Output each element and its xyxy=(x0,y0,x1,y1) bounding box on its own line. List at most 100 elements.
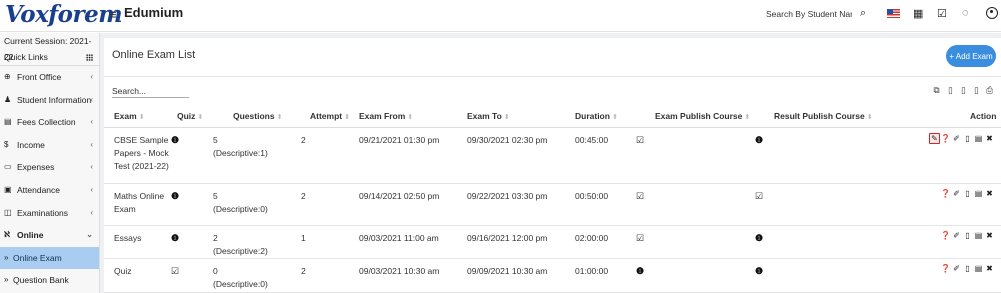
column-header-attempt[interactable]: Attempt ⬍ xyxy=(310,111,350,121)
info-icon: ❶ xyxy=(171,233,180,243)
flag-us-icon[interactable] xyxy=(887,9,900,18)
sidebar-item-fees-collection[interactable]: ▤ Fees Collection ‹ xyxy=(0,111,99,134)
exam-from: 09/21/2021 01:30 pm xyxy=(359,135,440,145)
sidebar-subitem-question-bank[interactable]: » Question Bank xyxy=(0,269,99,292)
exam-from: 09/03/2021 10:30 am xyxy=(359,266,440,276)
sidebar-item-label: Front Office xyxy=(17,72,62,82)
credit-card-icon: ▭ xyxy=(4,162,12,172)
chevron-left-icon: ‹ xyxy=(90,94,93,104)
sidebar-item-attendance[interactable]: ▣ Attendance ‹ xyxy=(0,179,99,202)
quick-links-label: Quick Links xyxy=(4,52,48,62)
building-icon: ⊕ xyxy=(4,72,11,81)
column-header-result-publish-course[interactable]: Result Publish Course ⬍ xyxy=(774,111,873,121)
user-avatar-icon[interactable] xyxy=(986,7,998,19)
duration: 02:00:00 xyxy=(575,233,609,243)
double-chevron-right-icon: » xyxy=(4,252,9,262)
question-icon[interactable]: ❓ xyxy=(940,134,951,143)
sidebar-item-income[interactable]: $ Income ‹ xyxy=(0,134,99,157)
column-header-exam-publish-course[interactable]: Exam Publish Course ⬍ xyxy=(655,111,750,121)
sidebar-item-student-information[interactable]: ♟ Student Information ‹ xyxy=(0,89,99,112)
question-icon[interactable]: ❓ xyxy=(940,231,951,240)
sort-icon[interactable]: ⬍ xyxy=(504,114,510,121)
menu-toggle-icon[interactable]: ≡ xyxy=(109,7,117,22)
chevron-left-icon: ‹ xyxy=(90,162,93,172)
attempt-count: 2 xyxy=(301,135,306,145)
sort-icon[interactable]: ⬍ xyxy=(612,114,618,121)
exam-name: Essays xyxy=(114,233,142,243)
info-icon: ❶ xyxy=(636,266,645,276)
row-actions: ✎ ❓ ✐ ▯ ▤ ✖ xyxy=(929,133,995,146)
delete-icon[interactable]: ✖ xyxy=(984,189,995,198)
current-session: Current Session: 2021-22 xyxy=(4,36,92,62)
id-card-icon[interactable]: ▤ xyxy=(973,189,984,198)
delete-icon[interactable]: ✖ xyxy=(984,134,995,143)
id-card-icon[interactable]: ▤ xyxy=(973,231,984,240)
tasks-icon[interactable]: ☑ xyxy=(937,7,947,20)
column-header-duration[interactable]: Duration ⬍ xyxy=(575,111,618,121)
sidebar-item-examinations[interactable]: ◫ Examinations ‹ xyxy=(0,202,99,225)
questions-count: 5 (Descriptive:1) xyxy=(213,135,268,158)
copy-icon[interactable]: ⧉ xyxy=(932,85,941,95)
chevron-left-icon: ‹ xyxy=(90,207,93,217)
top-bar: Voxforem ≡ Edumium ⌕ ▦ ☑ ◌ xyxy=(0,0,1001,32)
column-header-exam[interactable]: Exam ⬍ xyxy=(114,111,145,121)
sidebar-subitem-online-exam[interactable]: » Online Exam xyxy=(0,246,99,270)
grid-icon[interactable] xyxy=(86,54,93,61)
search-icon[interactable]: ⌕ xyxy=(860,7,866,20)
student-search-input[interactable] xyxy=(766,7,852,21)
add-question-icon[interactable]: ✎ xyxy=(929,133,940,144)
edit-icon[interactable]: ✐ xyxy=(951,264,962,273)
exam-from: 09/03/2021 11:00 am xyxy=(359,233,439,243)
row-actions: ❓ ✐ ▯ ▤ ✖ xyxy=(940,264,995,277)
divider xyxy=(104,76,1001,77)
calendar-check-icon: ▣ xyxy=(4,184,12,194)
id-card-icon[interactable]: ▤ xyxy=(973,264,984,273)
sort-icon[interactable]: ⬍ xyxy=(139,114,145,121)
question-icon[interactable]: ❓ xyxy=(940,189,951,198)
edit-icon[interactable]: ✐ xyxy=(951,189,962,198)
document-icon[interactable]: ▯ xyxy=(962,134,973,143)
whatsapp-icon[interactable]: ◌ xyxy=(962,7,969,19)
exam-to: 09/16/2021 12:00 pm xyxy=(467,233,548,243)
table-search-input[interactable] xyxy=(112,84,189,98)
csv-icon[interactable]: ▯ xyxy=(959,85,968,95)
quick-links[interactable]: Quick Links xyxy=(0,49,99,66)
sort-icon[interactable]: ⬍ xyxy=(407,114,413,121)
exam-to: 09/09/2021 10:30 am xyxy=(467,266,548,276)
delete-icon[interactable]: ✖ xyxy=(984,231,995,240)
column-header-exam-from[interactable]: Exam From ⬍ xyxy=(359,111,413,121)
column-header-quiz[interactable]: Quiz ⬍ xyxy=(177,111,203,121)
chevron-left-icon: ‹ xyxy=(90,117,93,127)
sidebar-item-expenses[interactable]: ▭ Expenses ‹ xyxy=(0,156,99,179)
sidebar-item-label: Examinations xyxy=(17,207,69,218)
column-header-exam-to[interactable]: Exam To ⬍ xyxy=(467,111,510,121)
exam-from: 09/14/2021 02:50 pm xyxy=(359,191,440,201)
sidebar-item-online-examinations[interactable]: ℵ Online Examinations ⌄ xyxy=(0,224,99,263)
add-exam-button[interactable]: + Add Exam xyxy=(946,45,996,67)
duration: 00:45:00 xyxy=(575,135,609,145)
delete-icon[interactable]: ✖ xyxy=(984,264,995,273)
pdf-icon[interactable]: ▯ xyxy=(972,85,981,95)
sort-icon[interactable]: ⬍ xyxy=(197,114,203,121)
edit-icon[interactable]: ✐ xyxy=(951,231,962,240)
calendar-icon[interactable]: ▦ xyxy=(913,7,923,20)
column-header-questions[interactable]: Questions ⬍ xyxy=(233,111,282,121)
excel-icon[interactable]: ▯ xyxy=(946,85,955,95)
question-icon[interactable]: ❓ xyxy=(940,264,951,273)
info-icon: ❶ xyxy=(755,135,764,145)
sidebar-item-front-office[interactable]: ⊕ Front Office ‹ xyxy=(0,66,99,89)
print-icon[interactable]: ⎙ xyxy=(985,85,994,95)
row-actions: ❓ ✐ ▯ ▤ ✖ xyxy=(940,231,995,244)
sidebar-subitem-label: Question Bank xyxy=(13,275,69,286)
document-icon[interactable]: ▯ xyxy=(962,231,973,240)
id-card-icon[interactable]: ▤ xyxy=(973,134,984,143)
document-icon[interactable]: ▯ xyxy=(962,264,973,273)
sort-icon[interactable]: ⬍ xyxy=(744,114,750,121)
sort-icon[interactable]: ⬍ xyxy=(344,114,350,121)
exam-to: 09/22/2021 03:30 pm xyxy=(467,191,548,201)
edit-icon[interactable]: ✐ xyxy=(951,134,962,143)
sort-icon[interactable]: ⬍ xyxy=(867,114,873,121)
check-icon: ☑ xyxy=(636,135,645,145)
sort-icon[interactable]: ⬍ xyxy=(277,114,283,121)
document-icon[interactable]: ▯ xyxy=(962,189,973,198)
